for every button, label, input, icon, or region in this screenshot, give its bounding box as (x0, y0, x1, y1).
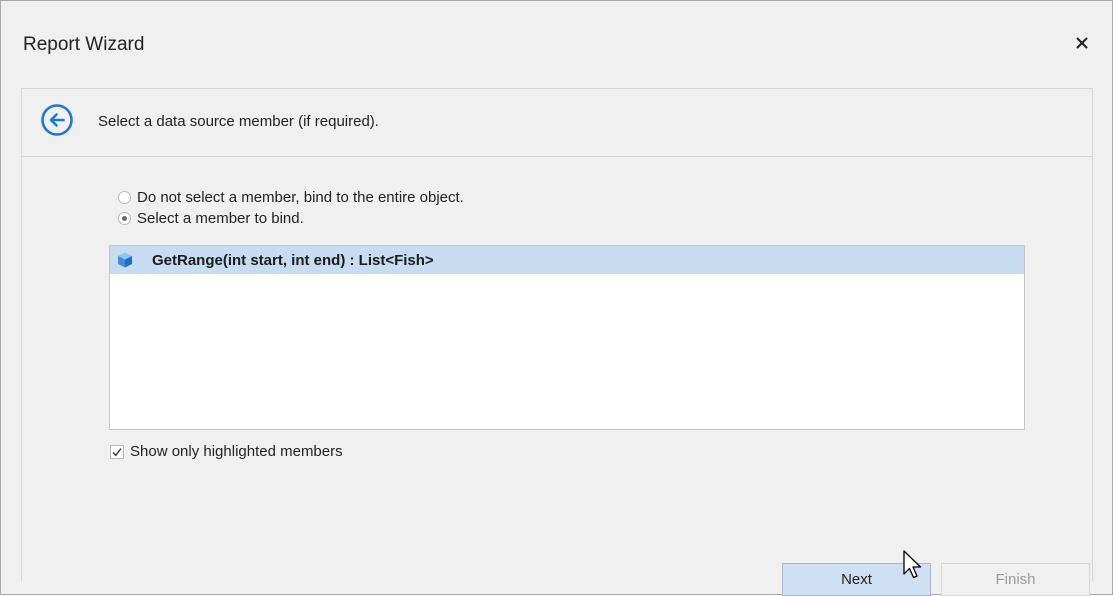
radio-entire-object[interactable]: Do not select a member, bind to the enti… (118, 189, 464, 206)
show-highlighted-checkbox[interactable] (110, 444, 124, 459)
cube-icon (118, 252, 132, 268)
close-icon (1076, 37, 1088, 49)
window-title: Report Wizard (23, 34, 145, 55)
radio-button-unchecked[interactable] (118, 191, 131, 204)
show-highlighted-label: Show only highlighted members (130, 443, 343, 460)
back-button[interactable] (40, 103, 74, 137)
list-item-label: GetRange(int start, int end) : List<Fish… (152, 251, 434, 269)
member-list[interactable]: GetRange(int start, int end) : List<Fish… (109, 245, 1025, 430)
radio-select-member[interactable]: Select a member to bind. (118, 210, 304, 227)
radio-select-member-label: Select a member to bind. (137, 210, 304, 227)
report-wizard-window: Report Wizard Select a data source membe… (0, 0, 1113, 596)
next-button[interactable]: Next (782, 563, 931, 596)
close-button[interactable] (1068, 29, 1096, 57)
arrow-left-circle-icon (41, 104, 73, 136)
radio-button-checked[interactable] (118, 212, 131, 225)
show-highlighted-checkbox-row[interactable]: Show only highlighted members (110, 443, 343, 460)
finish-button[interactable]: Finish (941, 563, 1090, 596)
radio-entire-object-label: Do not select a member, bind to the enti… (137, 189, 464, 206)
title-bar: Report Wizard (1, 1, 1112, 88)
page-instruction: Select a data source member (if required… (98, 113, 379, 130)
list-item[interactable]: GetRange(int start, int end) : List<Fish… (110, 246, 1024, 274)
wizard-body: Do not select a member, bind to the enti… (21, 156, 1093, 581)
checkmark-icon (112, 447, 122, 456)
wizard-header: Select a data source member (if required… (21, 88, 1093, 157)
